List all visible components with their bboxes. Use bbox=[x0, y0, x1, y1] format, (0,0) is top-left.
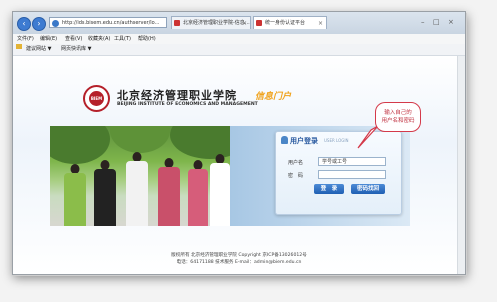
menu-tools[interactable]: 工具(T) bbox=[114, 34, 131, 44]
close-button[interactable]: × bbox=[448, 18, 454, 26]
tab-favicon-icon bbox=[256, 20, 262, 26]
address-bar[interactable]: http://ids.bisem.edu.cn/authserver/lo... bbox=[49, 17, 167, 28]
menu-view[interactable]: 查看(V) bbox=[65, 34, 82, 44]
tab-auth-label: 统一身份认证平台 bbox=[265, 20, 306, 26]
password-input[interactable] bbox=[318, 170, 386, 179]
favorites-star-icon bbox=[16, 44, 22, 49]
favorites-bar: 建议网站 ▼ 网页快讯库 ▼ bbox=[13, 44, 465, 56]
username-input[interactable]: 学号或工号 bbox=[318, 157, 386, 166]
login-title: 用户登录 bbox=[290, 137, 318, 145]
menu-bar: 文件(F) 编辑(E) 查看(V) 收藏夹(A) 工具(T) 帮助(H) bbox=[13, 34, 465, 44]
browser-toolbar: ‹ › http://ids.bisem.edu.cn/authserver/l… bbox=[13, 12, 465, 35]
menu-edit[interactable]: 编辑(E) bbox=[40, 34, 57, 44]
hint-callout: 输入自己的 用户名和密码 bbox=[375, 102, 421, 132]
login-subtitle: USER LOGIN bbox=[324, 138, 349, 143]
browser-window: ‹ › http://ids.bisem.edu.cn/authserver/l… bbox=[12, 11, 466, 275]
vertical-scrollbar[interactable] bbox=[457, 56, 465, 274]
menu-file[interactable]: 文件(F) bbox=[17, 34, 34, 44]
user-icon bbox=[281, 136, 288, 144]
web-slice-gallery[interactable]: 网页快讯库 ▼ bbox=[61, 44, 91, 55]
username-label: 用户名 bbox=[288, 160, 304, 166]
ie-icon bbox=[52, 20, 59, 27]
forgot-password-button[interactable]: 密码找回 bbox=[351, 184, 385, 194]
school-name-en: BEIJING INSTITUTE OF ECONOMICS AND MANAG… bbox=[117, 102, 258, 107]
hint-line-1: 输入自己的 bbox=[384, 110, 412, 116]
hint-line-2: 用户名和密码 bbox=[381, 118, 415, 124]
address-url: http://ids.bisem.edu.cn/authserver/lo... bbox=[62, 20, 160, 26]
minimize-button[interactable]: – bbox=[421, 18, 425, 26]
tab-portal-label: 北京经济管理职业学院-信息… bbox=[183, 20, 250, 26]
maximize-button[interactable]: □ bbox=[433, 18, 440, 26]
menu-help[interactable]: 帮助(H) bbox=[138, 34, 156, 44]
back-button[interactable]: ‹ bbox=[17, 17, 31, 31]
tab-close-icon[interactable]: × bbox=[318, 17, 323, 29]
tab-close-icon[interactable]: × bbox=[242, 17, 247, 29]
portal-label: 信息门户 bbox=[255, 92, 292, 102]
tab-favicon-icon bbox=[174, 20, 180, 26]
school-name-cn: 北京经济管理职业学院 bbox=[117, 89, 237, 102]
tab-portal[interactable]: 北京经济管理职业学院-信息… × bbox=[171, 16, 251, 29]
login-button[interactable]: 登 录 bbox=[314, 184, 344, 194]
callout-pointer bbox=[357, 126, 379, 149]
footer-contact: 电话：64171188 技术服务 E-mail：admin@biem.edu.c… bbox=[176, 260, 302, 265]
school-logo-text: BIEM bbox=[89, 91, 104, 106]
tab-auth[interactable]: 统一身份认证平台 × bbox=[253, 16, 327, 29]
footer-copyright: 版权所有 北京经济管理职业学院 Copyright 京ICP备13026012号 bbox=[171, 253, 307, 258]
menu-favorites[interactable]: 收藏夹(A) bbox=[88, 34, 110, 44]
school-logo: BIEM bbox=[83, 85, 110, 112]
suggested-sites[interactable]: 建议网站 ▼ bbox=[26, 44, 51, 55]
page-content: BIEM 北京经济管理职业学院 BEIJING INSTITUTE OF ECO… bbox=[13, 56, 465, 274]
students-photo bbox=[50, 126, 230, 226]
password-label: 密 码 bbox=[288, 173, 304, 179]
forward-button[interactable]: › bbox=[32, 17, 46, 31]
